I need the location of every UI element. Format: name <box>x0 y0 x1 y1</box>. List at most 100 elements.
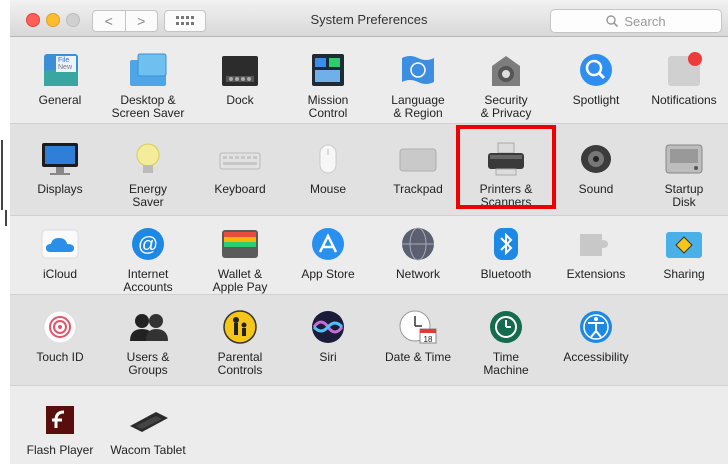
grid-icon <box>176 16 194 25</box>
sound-icon <box>574 141 618 177</box>
edge-mark <box>1 140 3 210</box>
pane-label: Trackpad <box>393 182 443 196</box>
show-all-button[interactable] <box>164 10 206 32</box>
pane-keyboard[interactable]: Keyboard <box>196 141 284 196</box>
pane-row-personal: File New General Desktop & Screen Saver D… <box>10 37 728 123</box>
pane-label: Desktop & Screen Saver <box>111 93 185 120</box>
pane-label: Extensions <box>566 267 626 281</box>
sharing-icon <box>662 226 706 262</box>
search-icon <box>606 15 619 27</box>
back-button[interactable]: < <box>93 11 125 31</box>
pane-label: Bluetooth <box>480 267 532 281</box>
energy-saver-icon <box>126 141 170 177</box>
pane-sharing[interactable]: Sharing <box>640 226 728 281</box>
pane-wacom-tablet[interactable]: Wacom Tablet <box>104 402 192 457</box>
pane-mouse[interactable]: Mouse <box>284 141 372 196</box>
notifications-icon <box>662 52 706 88</box>
pane-label: Energy Saver <box>128 182 168 209</box>
pane-notifications[interactable]: Notifications <box>640 52 728 107</box>
pane-label: Network <box>395 267 440 281</box>
svg-text:File: File <box>58 57 69 64</box>
pane-general[interactable]: File New General <box>16 52 104 107</box>
pane-mission-control[interactable]: Mission Control <box>284 52 372 120</box>
navigation-buttons: < > <box>92 10 158 32</box>
pane-startup-disk[interactable]: Startup Disk <box>640 141 728 209</box>
pane-label: iCloud <box>42 267 78 281</box>
pane-displays[interactable]: Displays <box>16 141 104 196</box>
pane-internet-accounts[interactable]: @ Internet Accounts <box>104 226 192 294</box>
internet-accounts-icon: @ <box>126 226 170 262</box>
pane-time-machine[interactable]: Time Machine <box>462 309 550 377</box>
forward-button[interactable]: > <box>124 11 158 31</box>
pane-label: Siri <box>319 350 337 364</box>
pane-touch-id[interactable]: Touch ID <box>16 309 104 364</box>
security-privacy-icon <box>484 52 528 88</box>
svg-text:@: @ <box>138 234 158 256</box>
pane-language-region[interactable]: Language & Region <box>374 52 462 120</box>
date-time-icon: 18 <box>396 309 440 345</box>
bluetooth-icon <box>484 226 528 262</box>
pane-flash-player[interactable]: Flash Player <box>16 402 104 457</box>
pane-label: Mouse <box>309 182 347 196</box>
pane-row-other: Flash Player Wacom Tablet <box>10 384 728 464</box>
pane-desktop-screen-saver[interactable]: Desktop & Screen Saver <box>104 52 192 120</box>
pane-label: Users & Groups <box>126 350 170 377</box>
mission-control-icon <box>306 52 350 88</box>
pane-label: Time Machine <box>483 350 529 377</box>
pane-network[interactable]: Network <box>374 226 462 281</box>
pane-label: Dock <box>226 93 254 107</box>
pane-security-privacy[interactable]: Security & Privacy <box>462 52 550 120</box>
network-icon <box>396 226 440 262</box>
wacom-tablet-icon <box>126 402 170 438</box>
pane-app-store[interactable]: App Store <box>284 226 372 281</box>
edge-mark <box>5 210 7 226</box>
icloud-icon <box>38 226 82 262</box>
accessibility-icon <box>574 309 618 345</box>
pane-label: App Store <box>301 267 355 281</box>
pane-label: Date & Time <box>384 350 452 364</box>
pane-row-system: Touch ID Users & Groups Parental Control… <box>10 294 728 386</box>
wallet-applepay-icon <box>218 226 262 262</box>
pane-label: Spotlight <box>572 93 620 107</box>
pane-spotlight[interactable]: Spotlight <box>552 52 640 107</box>
pane-label: Notifications <box>651 93 717 107</box>
pane-sound[interactable]: Sound <box>552 141 640 196</box>
pane-label: General <box>38 93 82 107</box>
flash-player-icon <box>38 402 82 438</box>
desktop-screensaver-icon <box>126 52 170 88</box>
pane-label: Touch ID <box>36 350 84 364</box>
dock-icon <box>218 52 262 88</box>
pane-label: Wacom Tablet <box>110 443 186 457</box>
left-edge-strip <box>0 0 10 464</box>
search-placeholder: Search <box>624 13 666 29</box>
language-region-icon <box>396 52 440 88</box>
pane-label: Parental Controls <box>217 350 263 377</box>
pane-dock[interactable]: Dock <box>196 52 284 107</box>
pane-icloud[interactable]: iCloud <box>16 226 104 281</box>
calendar-date: 18 <box>424 335 433 344</box>
siri-icon <box>306 309 350 345</box>
pane-row-internet: iCloud @ Internet Accounts Wallet & Appl… <box>10 214 728 294</box>
pane-users-groups[interactable]: Users & Groups <box>104 309 192 377</box>
pane-trackpad[interactable]: Trackpad <box>374 141 462 196</box>
pane-energy-saver[interactable]: Energy Saver <box>104 141 192 209</box>
keyboard-icon <box>218 141 262 177</box>
pane-label: Startup Disk <box>664 182 704 209</box>
mouse-icon <box>306 141 350 177</box>
pane-parental-controls[interactable]: Parental Controls <box>196 309 284 377</box>
pane-siri[interactable]: Siri <box>284 309 372 364</box>
app-store-icon <box>306 226 350 262</box>
time-machine-icon <box>484 309 528 345</box>
search-field[interactable]: Search <box>550 9 722 33</box>
pane-label: Language & Region <box>391 93 445 120</box>
pane-bluetooth[interactable]: Bluetooth <box>462 226 550 281</box>
pane-accessibility[interactable]: Accessibility <box>552 309 640 364</box>
pane-extensions[interactable]: Extensions <box>552 226 640 281</box>
pane-label: Mission Control <box>307 93 349 120</box>
pane-label: Keyboard <box>214 182 266 196</box>
pane-label: Internet Accounts <box>123 267 173 294</box>
extensions-icon <box>574 226 618 262</box>
system-preferences-window: System Preferences < > Search File New Ge… <box>10 0 728 464</box>
pane-date-time[interactable]: 18 Date & Time <box>374 309 462 364</box>
pane-wallet-apple-pay[interactable]: Wallet & Apple Pay <box>196 226 284 294</box>
